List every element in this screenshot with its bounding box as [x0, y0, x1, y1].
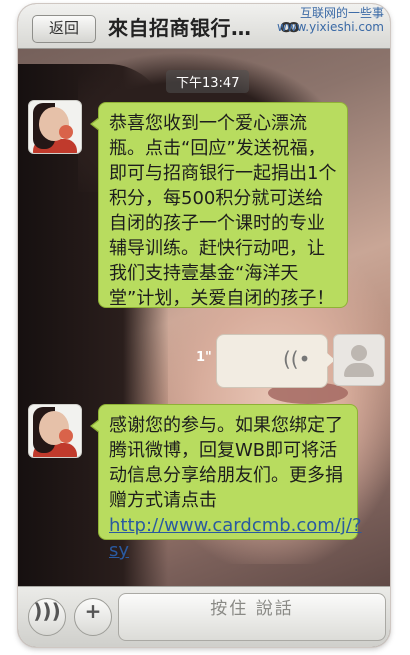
watermark: 互联网的一些事 www.yixieshi.com: [277, 6, 384, 34]
input-bar: ))) + 按住 說話: [18, 586, 390, 647]
voice-message-bubble[interactable]: ((•: [216, 334, 335, 388]
back-button[interactable]: 返回: [32, 15, 96, 43]
user-avatar[interactable]: [333, 334, 385, 386]
top-bar: 返回 來自招商银行… ꝏ 互联网的一些事 www.yixieshi.com: [18, 4, 390, 49]
sender-avatar[interactable]: [28, 404, 82, 458]
voice-icon: ))): [33, 599, 61, 623]
message-bubble[interactable]: 恭喜您收到一个爱心漂流瓶。点击“回应”发送祝福，即可与招商银行一起捐出1个积分，…: [90, 102, 348, 309]
message-bubble[interactable]: 感谢您的参与。如果您绑定了腾讯微博，回复WB即可将活动信息分享给朋友们。更多捐赠…: [90, 404, 362, 561]
chat-title: 來自招商银行…: [108, 16, 252, 40]
sound-wave-icon: ((•: [283, 347, 311, 371]
message-text: 感谢您的参与。如果您绑定了腾讯微博，回复WB即可将活动信息分享给朋友们。更多捐赠…: [109, 415, 343, 511]
sender-avatar[interactable]: [28, 100, 82, 154]
hold-to-talk-button[interactable]: 按住 說話: [118, 593, 386, 641]
voice-toggle-button[interactable]: ))): [28, 598, 66, 636]
add-button[interactable]: +: [74, 598, 112, 636]
plus-icon: +: [84, 599, 102, 623]
watermark-url: www.yixieshi.com: [276, 20, 384, 34]
message-text: 恭喜您收到一个爱心漂流瓶。点击“回应”发送祝福，即可与招商银行一起捐出1个积分，…: [109, 113, 337, 309]
voice-duration: 1": [196, 350, 212, 365]
phone-screen: 返回 來自招商银行… ꝏ 互联网的一些事 www.yixieshi.com 下午…: [18, 4, 390, 647]
message-timestamp: 下午13:47: [166, 70, 250, 93]
watermark-text: 互联网的一些事: [299, 6, 384, 20]
